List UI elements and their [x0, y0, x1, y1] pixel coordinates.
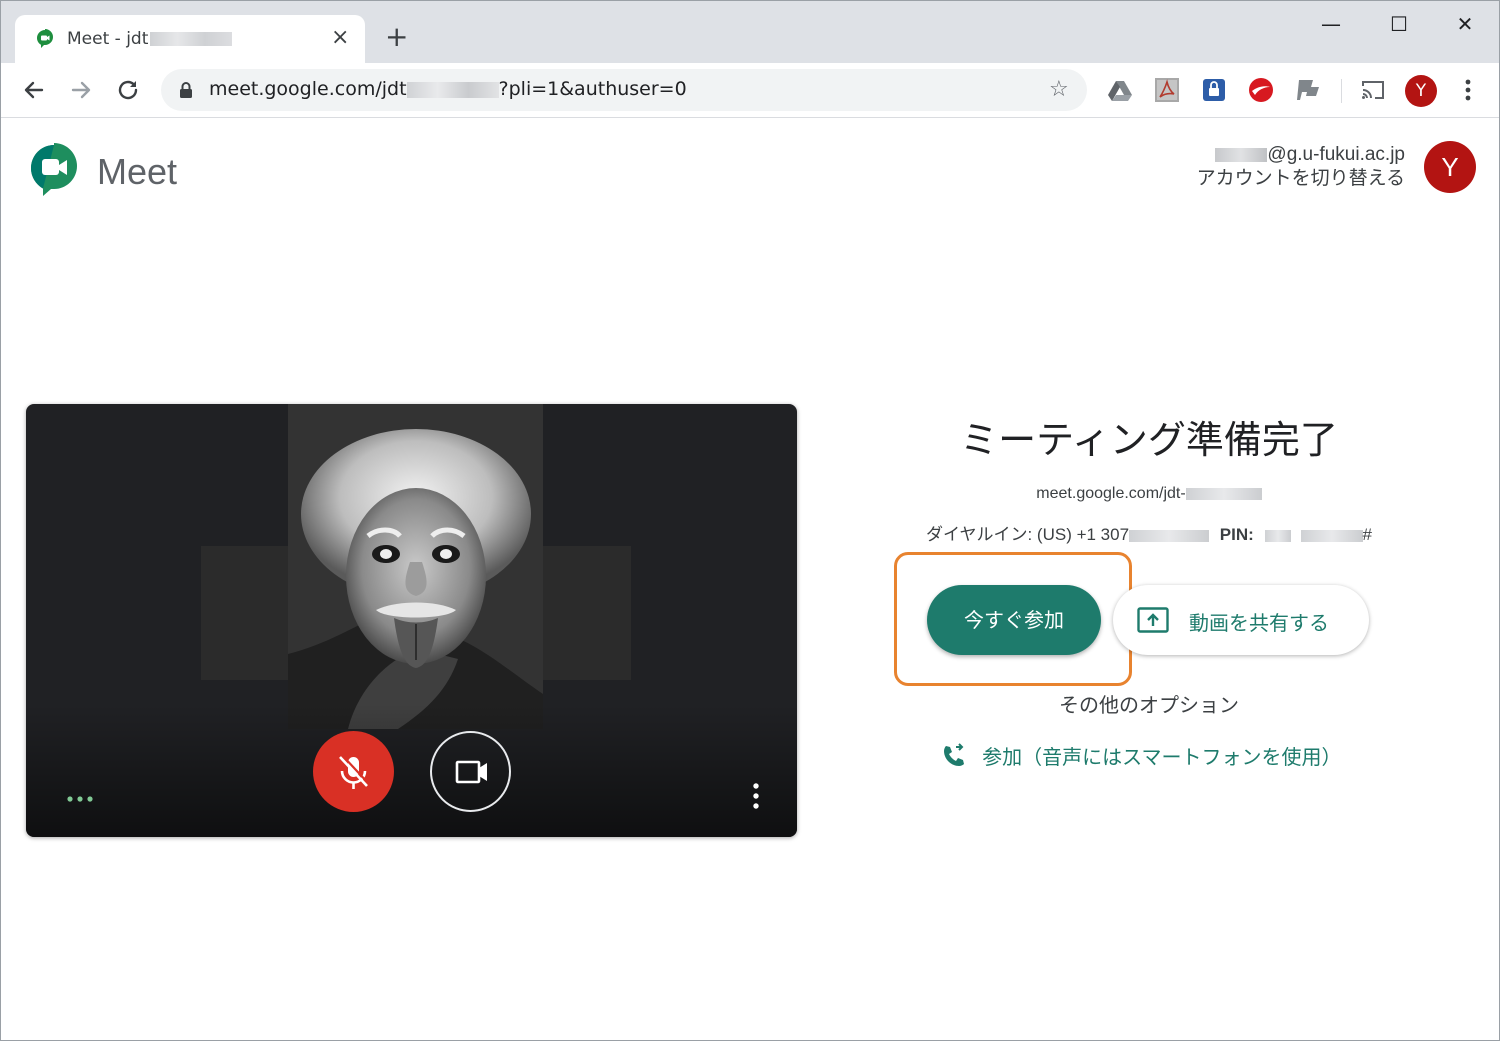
pin-suffix: #: [1362, 525, 1372, 544]
profile-avatar-small[interactable]: Y: [1405, 75, 1437, 107]
mic-off-icon: [339, 754, 370, 789]
dial-in-number: ダイヤルイン: (US) +1 307: [925, 525, 1130, 544]
video-preview: [26, 404, 797, 837]
dial-in-info: ダイヤルイン: (US) +1 307 PIN: #: [901, 520, 1397, 545]
new-tab-button[interactable]: +: [385, 23, 408, 51]
url-text[interactable]: meet.google.com/jdt ?pli=1&authuser=0: [209, 78, 687, 100]
present-button[interactable]: 動画を共有する: [1113, 585, 1369, 655]
password-extension-icon[interactable]: [1201, 77, 1227, 103]
switch-account-link[interactable]: アカウントを切り替える: [1197, 167, 1405, 191]
microphone-toggle-button[interactable]: [313, 731, 394, 812]
portrait-image: [288, 404, 543, 729]
join-with-phone-audio-label: 参加（音声にはスマートフォンを使用）: [982, 745, 1342, 769]
effects-dots-icon[interactable]: [66, 794, 94, 804]
phone-forward-icon: [944, 742, 964, 766]
address-bar[interactable]: meet.google.com/jdt ?pli=1&authuser=0 ☆: [161, 69, 1087, 111]
other-options-heading: その他のオプション: [1059, 693, 1239, 717]
more-vert-icon[interactable]: [752, 782, 760, 810]
tab-meet[interactable]: Meet - jdt ×: [15, 15, 365, 63]
account-email: @g.u-fukui.ac.jp: [1197, 143, 1405, 167]
present-button-label: 動画を共有する: [1189, 611, 1329, 635]
minimize-button[interactable]: —: [1311, 9, 1351, 39]
preview-bottom-gradient: [26, 704, 797, 837]
pin-label: PIN:: [1219, 525, 1254, 544]
browser-window: Meet - jdt × + — ☐ ✕ meet.google.com/jdt…: [0, 0, 1500, 1041]
meet-logo-text: Meet: [97, 151, 178, 192]
cast-icon[interactable]: [1360, 77, 1386, 103]
security-extension-icon[interactable]: [1248, 77, 1274, 103]
close-window-button[interactable]: ✕: [1445, 9, 1485, 39]
meet-page: Meet @g.u-fukui.ac.jp アカウントを切り替える Y ミーティ…: [1, 119, 1499, 1040]
tab-strip: Meet - jdt × + — ☐ ✕: [1, 1, 1499, 63]
camera-toggle-button[interactable]: [430, 731, 511, 812]
lock-icon[interactable]: [179, 81, 193, 99]
back-arrow-icon[interactable]: [21, 77, 47, 103]
meet-logo-icon: [31, 143, 77, 196]
tab-close-button[interactable]: ×: [331, 27, 349, 49]
camera-icon: [455, 760, 487, 784]
drive-extension-icon[interactable]: [1107, 77, 1133, 103]
ready-title: ミーティング準備完了: [960, 418, 1338, 462]
avatar[interactable]: Y: [1424, 141, 1476, 193]
meet-favicon-icon: [37, 29, 53, 48]
flag-extension-icon[interactable]: [1295, 77, 1321, 103]
forward-arrow-icon[interactable]: [68, 77, 94, 103]
maximize-button[interactable]: ☐: [1379, 9, 1419, 39]
browser-toolbar: meet.google.com/jdt ?pli=1&authuser=0 ☆ Y: [1, 63, 1499, 118]
acrobat-extension-icon[interactable]: [1154, 77, 1180, 103]
join-with-phone-audio[interactable]: 参加（音声にはスマートフォンを使用）: [941, 741, 1342, 770]
self-view-video: [288, 404, 543, 729]
menu-dots-icon[interactable]: [1461, 77, 1475, 103]
reload-icon[interactable]: [115, 77, 141, 103]
present-screen-icon: [1137, 607, 1169, 633]
star-icon[interactable]: ☆: [1049, 79, 1069, 101]
meeting-url: meet.google.com/jdt-: [901, 485, 1397, 503]
account-info: @g.u-fukui.ac.jp アカウントを切り替える: [1197, 143, 1405, 191]
tab-title: Meet - jdt: [67, 29, 233, 49]
join-now-button[interactable]: 今すぐ参加: [927, 585, 1101, 655]
toolbar-separator: [1341, 79, 1342, 103]
